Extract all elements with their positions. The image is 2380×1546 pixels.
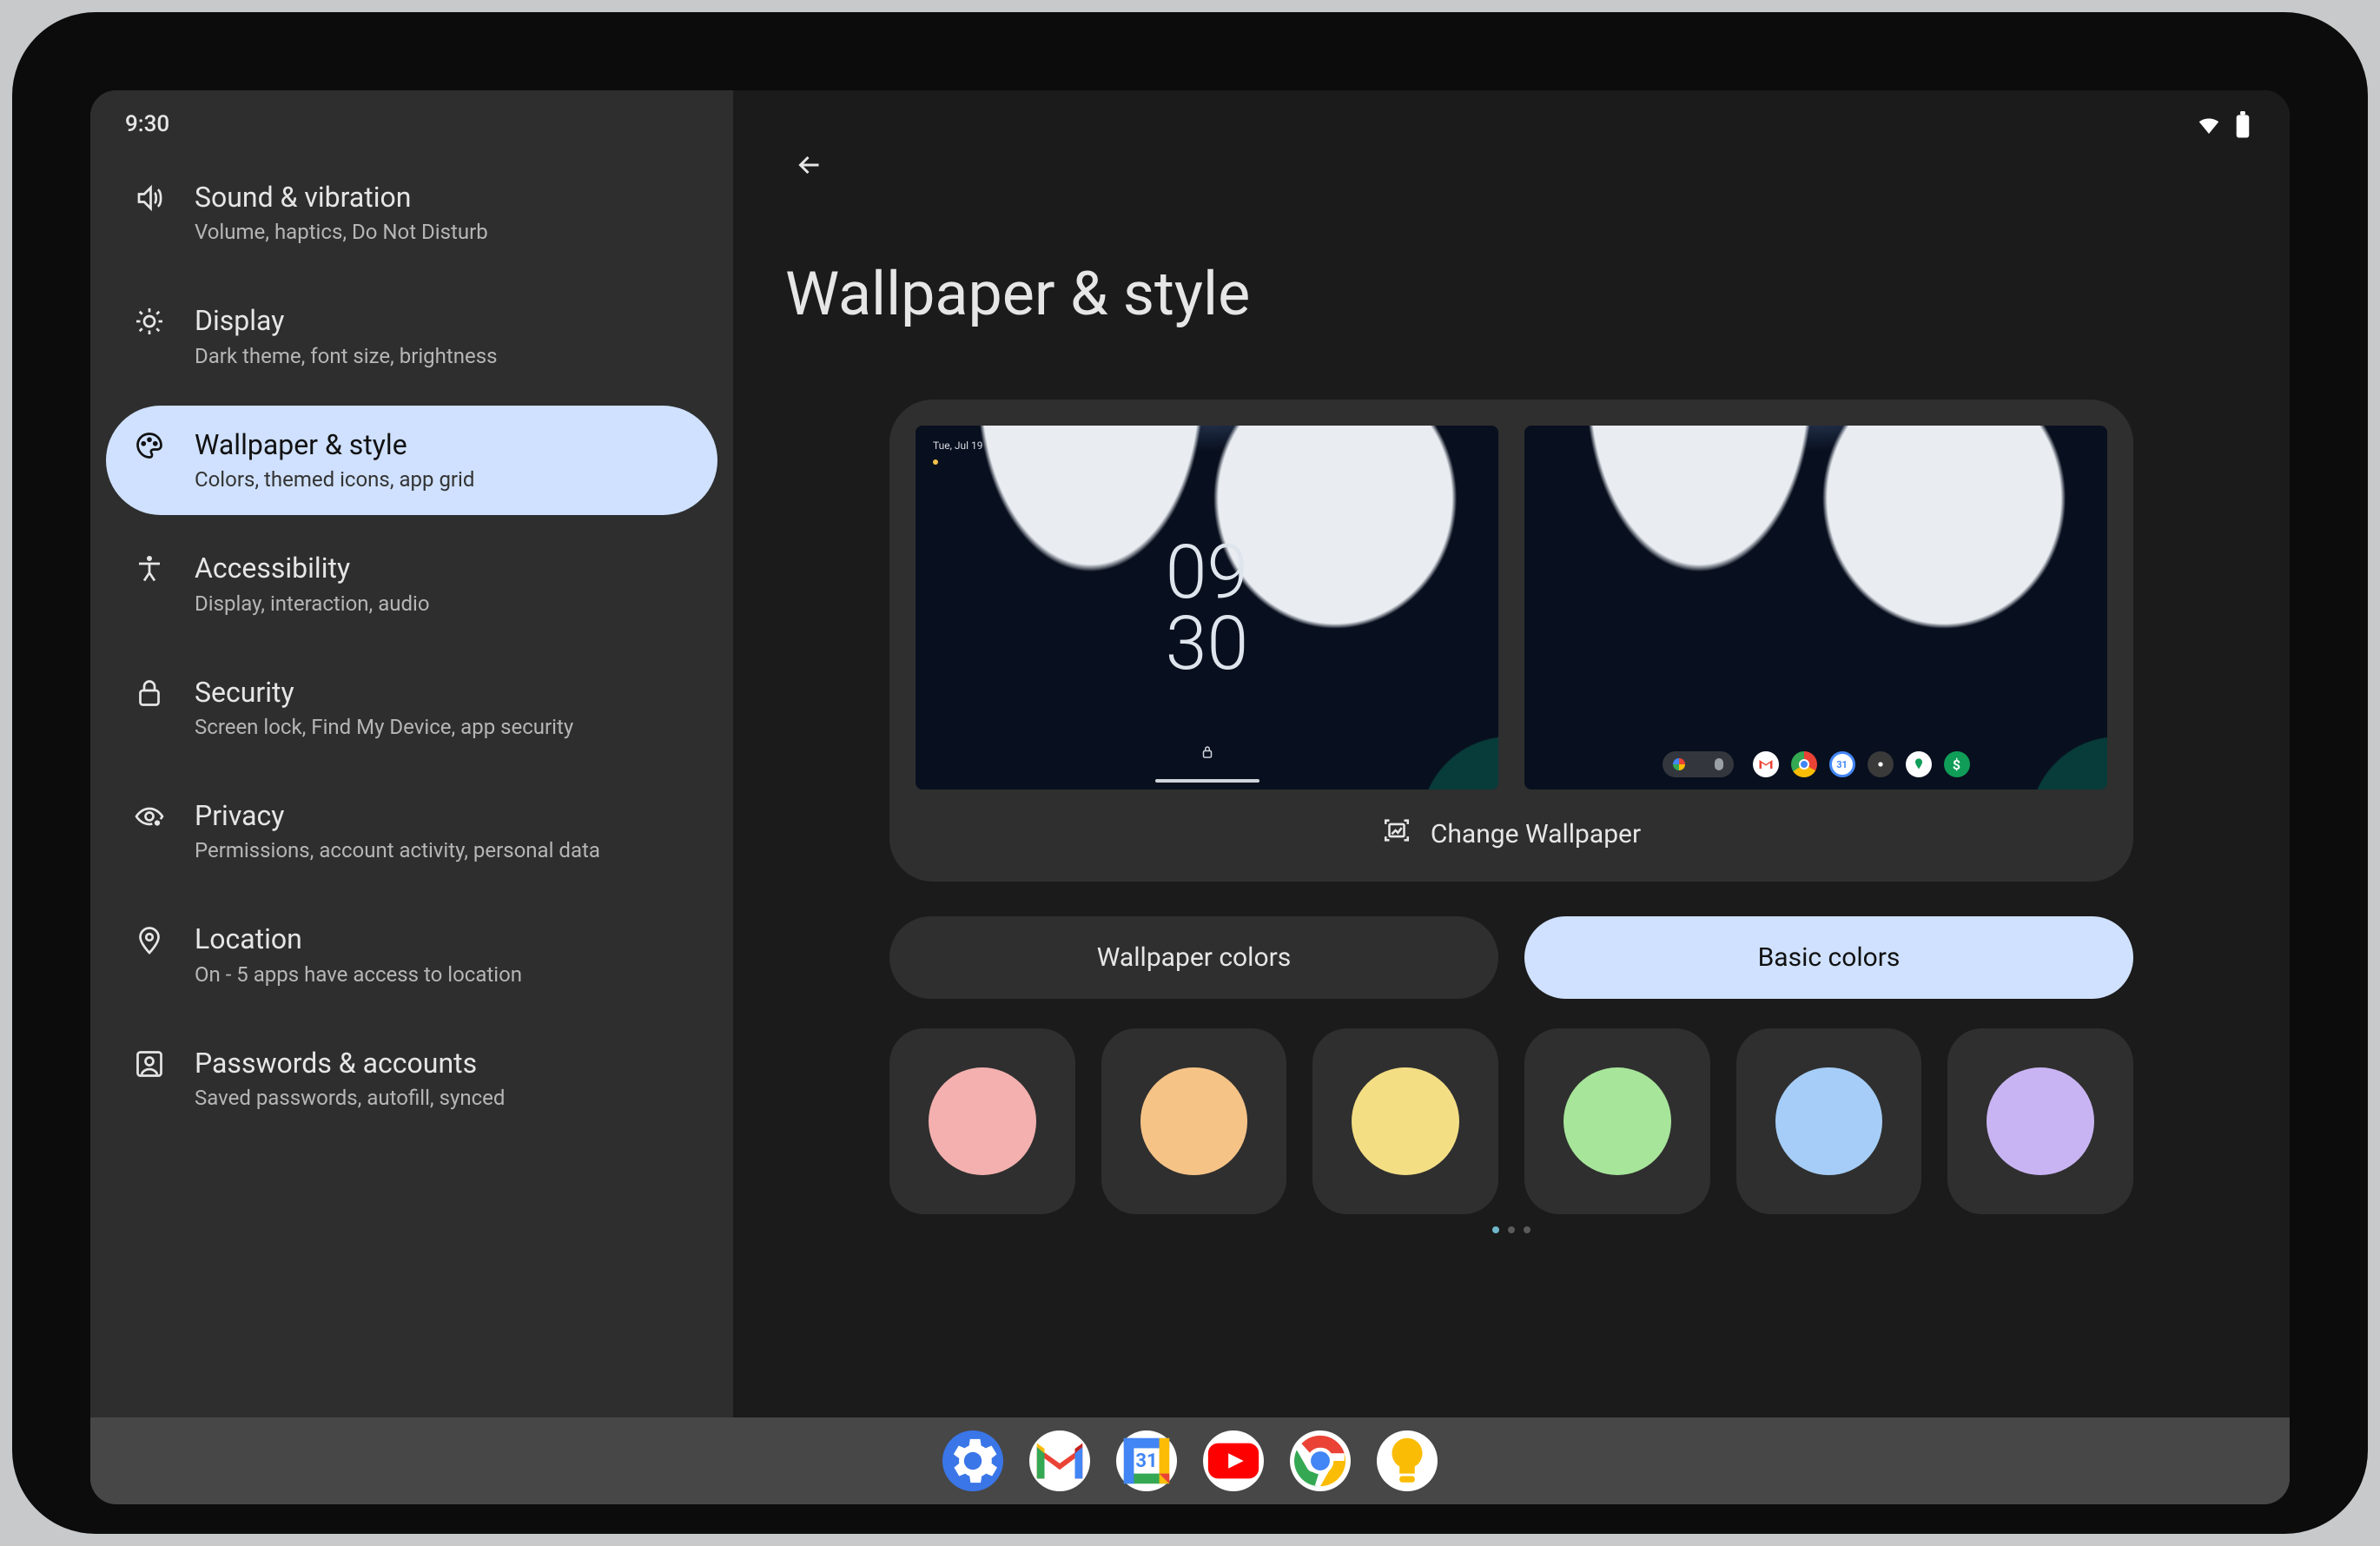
color-swatch-4[interactable] (1524, 1028, 1710, 1214)
sidebar-item-label: Privacy (195, 799, 695, 832)
pager-dot (1492, 1226, 1499, 1233)
sidebar-item-location[interactable]: Location On - 5 apps have access to loca… (106, 900, 717, 1009)
home-preview-dock: 31 $ (1663, 751, 1970, 777)
home-preview-search (1663, 751, 1734, 777)
pager-dot (1524, 1226, 1530, 1233)
sidebar-item-sub: Volume, haptics, Do Not Disturb (195, 219, 695, 245)
content-area: 9:30 Sound & vibration Volume, haptics, … (90, 90, 2290, 1417)
sidebar-item-label: Wallpaper & style (195, 428, 695, 461)
main-panel: Wallpaper & style Tue, Jul 19 09 30 (733, 90, 2290, 1417)
wifi-icon (2196, 112, 2222, 142)
color-swatch-6[interactable] (1947, 1028, 2133, 1214)
location-icon (129, 922, 170, 955)
sidebar-item-privacy[interactable]: Privacy Permissions, account activity, p… (106, 776, 717, 886)
home-dock-calendar-icon: 31 (1829, 751, 1855, 777)
taskbar-app-keep[interactable] (1377, 1430, 1438, 1491)
sidebar-item-accessibility[interactable]: Accessibility Display, interaction, audi… (106, 529, 717, 638)
homescreen-preview[interactable]: 31 $ (1524, 426, 2107, 790)
sidebar-list: Sound & vibration Volume, haptics, Do No… (90, 146, 733, 1417)
color-source-tabs: Wallpaper colors Basic colors (889, 916, 2133, 999)
home-dock-maps-icon (1906, 751, 1932, 777)
accessibility-icon (129, 552, 170, 585)
color-swatch-2[interactable] (1101, 1028, 1287, 1214)
sidebar-item-label: Accessibility (195, 552, 695, 585)
change-wallpaper-label: Change Wallpaper (1431, 819, 1641, 849)
sidebar-item-label: Location (195, 922, 695, 955)
sound-icon (129, 181, 170, 214)
brightness-icon (129, 304, 170, 337)
tablet-frame: 9:30 Sound & vibration Volume, haptics, … (0, 0, 2380, 1546)
sidebar-item-sub: Permissions, account activity, personal … (195, 837, 695, 863)
taskbar-app-gmail[interactable] (1029, 1430, 1090, 1491)
status-bar-time: 9:30 (90, 90, 733, 146)
lockscreen-preview[interactable]: Tue, Jul 19 09 30 (916, 426, 1498, 790)
sidebar-item-sub: Saved passwords, autofill, synced (195, 1085, 695, 1111)
sidebar-item-label: Security (195, 676, 695, 709)
sidebar-item-label: Sound & vibration (195, 181, 695, 214)
sidebar-item-display[interactable]: Display Dark theme, font size, brightnes… (106, 281, 717, 391)
sidebar-item-security[interactable]: Security Screen lock, Find My Device, ap… (106, 653, 717, 763)
taskbar-app-calendar[interactable]: 31 (1116, 1430, 1177, 1491)
sidebar-item-sub: On - 5 apps have access to location (195, 961, 695, 988)
screen: 9:30 Sound & vibration Volume, haptics, … (90, 90, 2290, 1504)
calendar-icon-day: 31 (1135, 1450, 1157, 1472)
main-content: Tue, Jul 19 09 30 (733, 365, 2290, 1417)
lock-preview-clock: 09 30 (916, 426, 1498, 790)
home-dock-gmail-icon (1753, 751, 1779, 777)
home-dock-camera-icon (1868, 751, 1894, 777)
color-swatches (889, 1028, 2133, 1214)
page-title: Wallpaper & style (733, 189, 2290, 365)
color-swatch-3[interactable] (1312, 1028, 1498, 1214)
sidebar-item-sound[interactable]: Sound & vibration Volume, haptics, Do No… (106, 158, 717, 268)
taskbar: 31 (90, 1417, 2290, 1504)
pager-dot (1508, 1226, 1515, 1233)
device-chassis: 9:30 Sound & vibration Volume, haptics, … (0, 0, 2380, 1546)
sidebar-item-wallpaper[interactable]: Wallpaper & style Colors, themed icons, … (106, 406, 717, 515)
pager-dots (889, 1226, 2133, 1233)
sidebar-item-passwords[interactable]: Passwords & accounts Saved passwords, au… (106, 1024, 717, 1133)
sidebar-item-sub: Screen lock, Find My Device, app securit… (195, 714, 695, 740)
sidebar-item-label: Display (195, 304, 695, 337)
settings-sidebar: 9:30 Sound & vibration Volume, haptics, … (90, 90, 733, 1417)
home-dock-app-icon: $ (1944, 751, 1970, 777)
sidebar-item-sub: Dark theme, font size, brightness (195, 343, 695, 369)
tab-wallpaper-colors[interactable]: Wallpaper colors (889, 916, 1498, 999)
sidebar-item-sub: Display, interaction, audio (195, 591, 695, 617)
account-icon (129, 1047, 170, 1080)
lock-indicator-icon (1200, 744, 1215, 763)
taskbar-app-youtube[interactable] (1203, 1430, 1264, 1491)
change-wallpaper-button[interactable]: Change Wallpaper (916, 790, 2107, 861)
color-swatch-5[interactable] (1736, 1028, 1922, 1214)
back-button[interactable] (785, 141, 834, 189)
home-dock-chrome-icon (1791, 751, 1817, 777)
battery-icon (2234, 111, 2251, 142)
sidebar-item-label: Passwords & accounts (195, 1047, 695, 1080)
gesture-handle (1155, 779, 1259, 783)
privacy-icon (129, 799, 170, 832)
color-swatch-1[interactable] (889, 1028, 1075, 1214)
status-bar-right (2196, 111, 2251, 142)
tab-basic-colors[interactable]: Basic colors (1524, 916, 2133, 999)
wallpaper-picker-icon (1382, 816, 1411, 852)
palette-icon (129, 428, 170, 461)
sidebar-item-sub: Colors, themed icons, app grid (195, 466, 695, 492)
taskbar-app-chrome[interactable] (1290, 1430, 1351, 1491)
wallpaper-card: Tue, Jul 19 09 30 (889, 400, 2133, 882)
taskbar-app-settings[interactable] (942, 1430, 1003, 1491)
lock-icon (129, 676, 170, 709)
